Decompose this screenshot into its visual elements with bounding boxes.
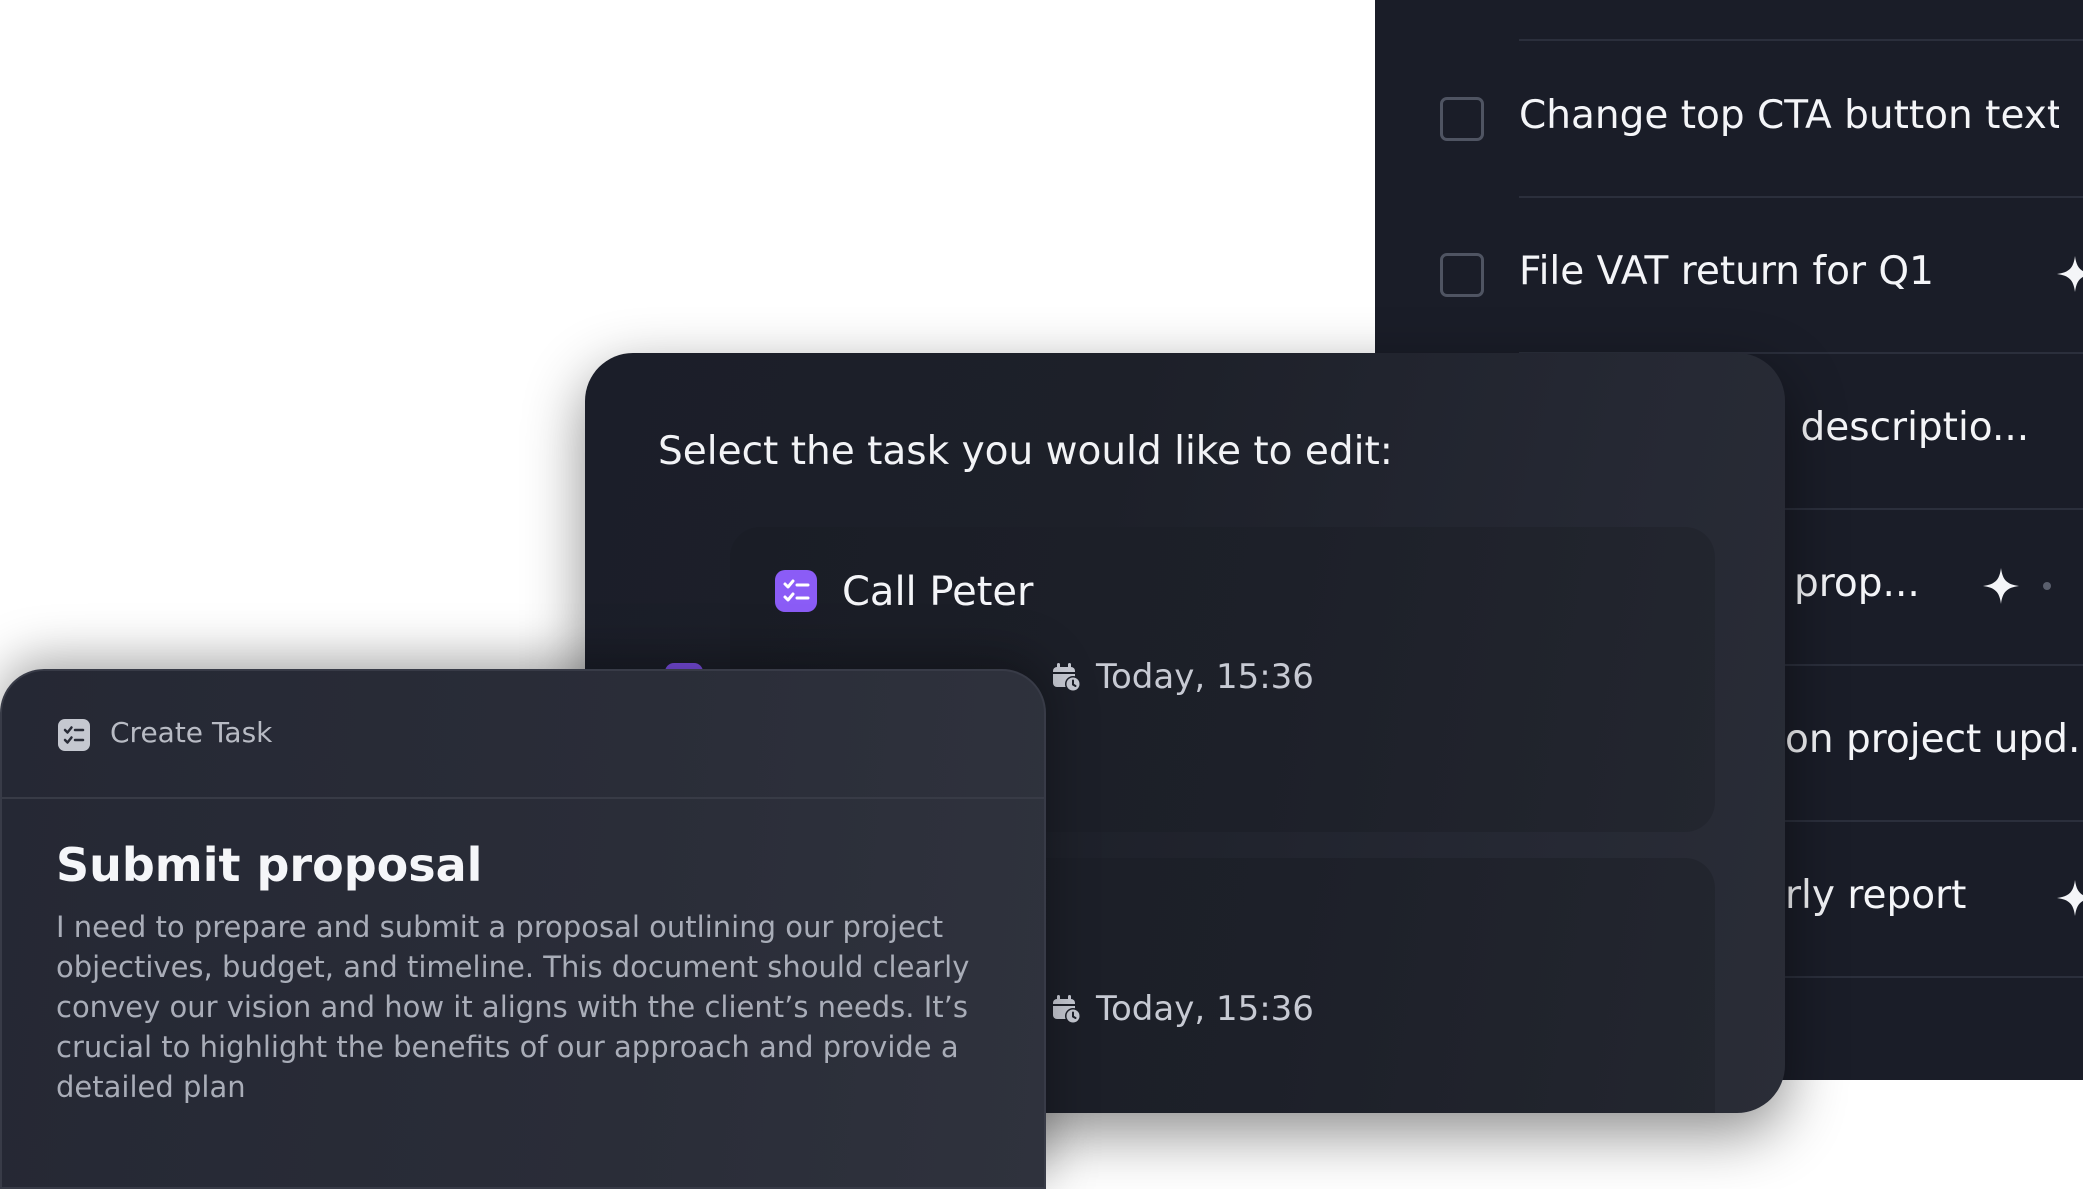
task-label: on project upd... [1785,717,2083,762]
task-checkbox[interactable] [1440,97,1484,141]
task-label: rly report [1785,873,1967,918]
sparkle-icon[interactable] [2055,878,2083,918]
sparkle-icon[interactable] [2055,254,2083,294]
calendar-clock-icon [1053,995,1081,1024]
create-task-header: Create Task [2,671,1044,799]
task-due-date-label: Today, 15:36 [1096,989,1314,1029]
dialog-title: Select the task you would like to edit: [658,429,1393,474]
sparkle-icon[interactable] [1981,566,2021,606]
task-row[interactable]: File VAT return for Q1 [1375,198,2083,354]
create-task-header-label: Create Task [110,716,273,749]
task-label: prop... [1794,561,1920,606]
task-description-field[interactable]: I need to prepare and submit a proposal … [56,907,1016,1107]
task-checkbox[interactable] [1440,253,1484,297]
task-label: File VAT return for Q1 [1519,249,1934,294]
task-list-icon [775,570,817,612]
calendar-clock-icon [1053,663,1081,692]
task-due-date: Today, 15:36 [1050,657,1314,697]
task-title-field[interactable]: Submit proposal [56,834,482,896]
task-card-title: Call Peter [842,569,1034,615]
task-list-icon [58,719,90,751]
task-due-date: Today, 15:36 [1050,989,1314,1029]
task-list-top-edge [1375,0,2083,42]
create-task-dialog: Create Task Submit proposal I need to pr… [0,669,1046,1189]
status-dot [2043,582,2051,590]
task-due-date-label: Today, 15:36 [1096,657,1314,697]
task-row[interactable]: Change top CTA button text t... [1375,42,2083,198]
task-label: Change top CTA button text t... [1519,93,2059,138]
divider [1519,39,2083,41]
task-label: : descriptio... [1775,405,2030,450]
